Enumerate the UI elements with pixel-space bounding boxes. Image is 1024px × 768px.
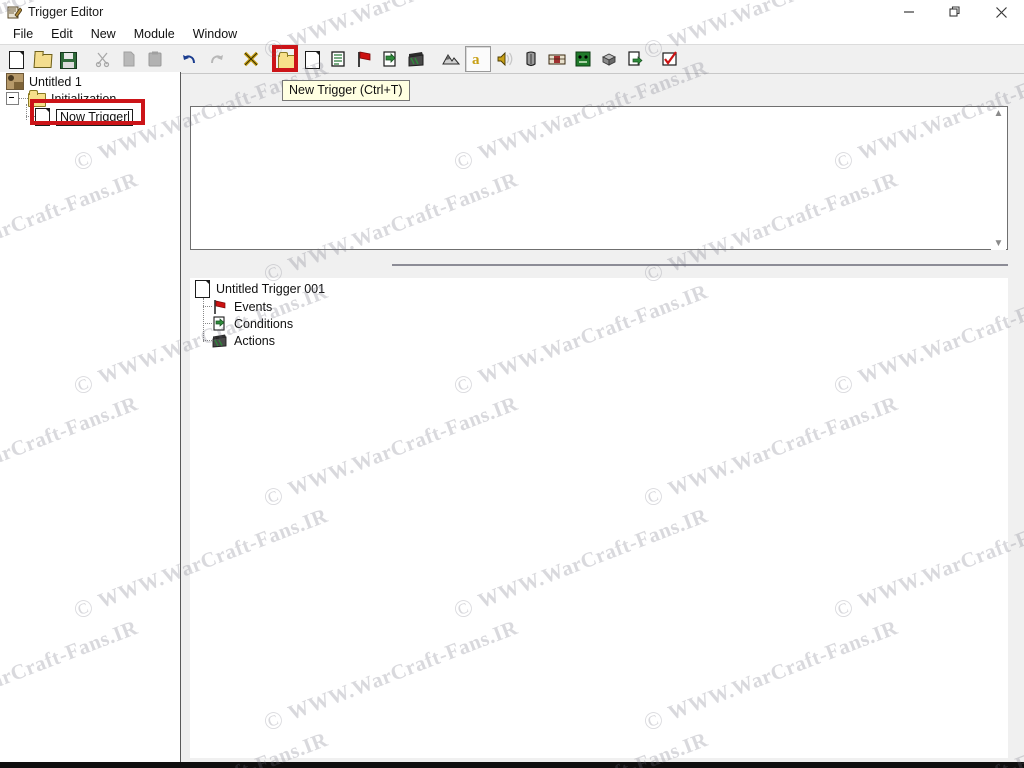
new-trigger-tooltip: New Trigger (Ctrl+T) [282, 80, 410, 101]
campaign-editor-button[interactable] [545, 47, 569, 71]
green-arrow-condition-icon [381, 50, 399, 68]
new-document-icon [7, 50, 25, 69]
cut-button[interactable] [91, 47, 115, 71]
save-map-button[interactable] [56, 47, 80, 71]
import-manager-button[interactable] [623, 47, 647, 71]
redo-arrow-icon [207, 50, 225, 68]
action-clapper-icon [212, 333, 228, 349]
tree-item-map-label: Untitled 1 [29, 74, 82, 89]
open-folder-icon [33, 50, 53, 68]
open-map-button[interactable] [30, 47, 54, 71]
trigger-editor-icon [6, 4, 23, 20]
title-bar: Trigger Editor [0, 0, 1024, 24]
toolbar-separator [229, 47, 238, 71]
red-flag-icon [212, 299, 228, 315]
svg-text:a: a [472, 52, 480, 68]
window-title: Trigger Editor [28, 5, 104, 19]
function-conditions-row[interactable]: Conditions [203, 316, 293, 332]
trigger-functions-pane[interactable]: Untitled Trigger 001 Events Conditions A… [190, 278, 1008, 758]
object-manager-button[interactable] [597, 47, 621, 71]
new-action-button[interactable] [404, 47, 428, 71]
new-trigger-highlight-box [30, 99, 145, 125]
undo-button[interactable] [178, 47, 202, 71]
comment-scrollbar[interactable]: ▲ ▼ [991, 108, 1006, 250]
tree-item-map[interactable]: Untitled 1 [6, 73, 82, 90]
green-arrow-condition-icon [212, 316, 228, 332]
tree-connector [19, 97, 28, 100]
redo-button[interactable] [204, 47, 228, 71]
trigger-document-icon [195, 279, 211, 298]
menu-file[interactable]: File [4, 26, 42, 42]
green-face-ai-icon [574, 50, 592, 68]
tree-expander-icon[interactable] [6, 92, 19, 105]
new-trigger-button[interactable] [300, 47, 324, 71]
letter-a-script-icon: a [469, 50, 487, 68]
helmet-object-icon [522, 50, 540, 68]
function-conditions-label: Conditions [234, 317, 294, 331]
function-events-label: Events [234, 300, 273, 314]
toolbar: a [0, 44, 1024, 74]
toolbar-separator [429, 47, 438, 71]
function-events-row[interactable]: Events [203, 299, 272, 315]
terrain-mountain-icon [442, 50, 461, 68]
delete-button[interactable] [239, 47, 263, 71]
ai-editor-button[interactable] [571, 47, 595, 71]
menu-bar: File Edit New Module Window [0, 24, 1024, 44]
scroll-up-icon[interactable]: ▲ [994, 108, 1004, 120]
toolbar-separator [168, 47, 177, 71]
new-trigger-document-icon [303, 50, 321, 69]
new-trigger-comment-button[interactable] [326, 47, 350, 71]
grey-cube-icon [600, 50, 618, 68]
trigger-comment-textarea[interactable]: ▲ ▼ [190, 106, 1008, 250]
trigger-tree-panel[interactable]: Untitled 1 Initialization Now Trigger [0, 72, 181, 762]
new-condition-button[interactable] [378, 47, 402, 71]
undo-arrow-icon [181, 50, 199, 68]
save-floppy-icon [59, 50, 77, 69]
paste-button[interactable] [143, 47, 167, 71]
menu-new[interactable]: New [82, 26, 125, 42]
sound-editor-button[interactable] [493, 47, 517, 71]
close-icon[interactable] [978, 0, 1024, 24]
window-controls [886, 0, 1024, 24]
tree-connector [203, 323, 212, 325]
terrain-editor-button[interactable] [439, 47, 463, 71]
function-actions-row[interactable]: Actions [203, 333, 275, 349]
function-actions-label: Actions [234, 334, 275, 348]
x-delete-icon [242, 50, 260, 68]
restore-icon[interactable] [932, 0, 978, 24]
tree-connector [203, 306, 212, 308]
book-campaign-icon [548, 50, 566, 68]
copy-button[interactable] [117, 47, 141, 71]
pane-splitter[interactable] [392, 264, 1008, 266]
scissors-icon [94, 50, 112, 68]
trigger-editor-window: Trigger Editor File Edit New Module Wind… [0, 0, 1024, 768]
minimize-icon[interactable] [886, 0, 932, 24]
red-check-test-icon [661, 50, 679, 68]
trigger-editor-button[interactable]: a [465, 46, 491, 72]
tree-connector [203, 340, 212, 342]
copy-icon [120, 50, 138, 68]
scroll-down-icon[interactable]: ▼ [994, 238, 1004, 250]
toolbar-separator [648, 47, 657, 71]
map-icon [6, 73, 24, 90]
menu-window[interactable]: Window [184, 26, 246, 42]
function-root-row[interactable]: Untitled Trigger 001 [195, 279, 326, 298]
object-editor-button[interactable] [519, 47, 543, 71]
red-flag-icon [355, 50, 373, 68]
menu-edit[interactable]: Edit [42, 26, 82, 42]
function-root-label: Untitled Trigger 001 [216, 282, 326, 296]
new-trigger-button-highlight-box [272, 45, 298, 72]
new-map-button[interactable] [4, 47, 28, 71]
window-bottom-border [0, 762, 1024, 768]
action-clapper-icon [407, 50, 425, 68]
test-map-button[interactable] [658, 47, 682, 71]
speaker-sound-icon [496, 50, 514, 68]
toolbar-separator [81, 47, 90, 71]
new-event-button[interactable] [352, 47, 376, 71]
import-document-icon [626, 50, 644, 68]
trigger-comment-icon [329, 50, 347, 68]
menu-module[interactable]: Module [125, 26, 184, 42]
paste-icon [146, 50, 164, 68]
